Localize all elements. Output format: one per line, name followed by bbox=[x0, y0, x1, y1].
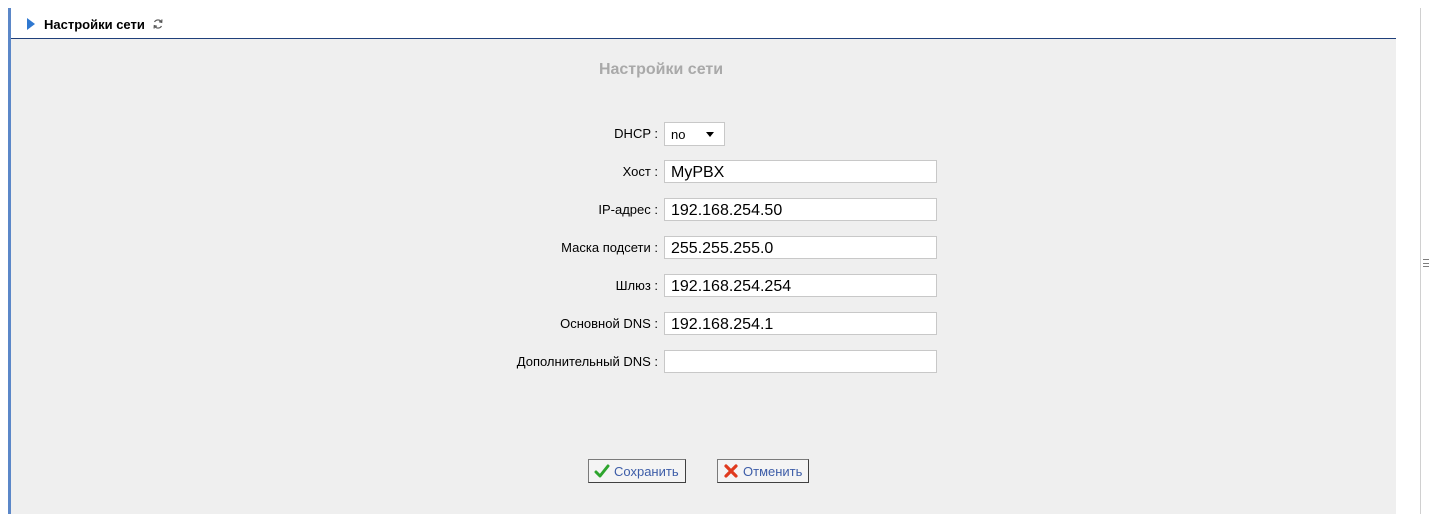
primary-dns-input[interactable] bbox=[664, 312, 937, 335]
network-settings-panel: Настройки сети DHCP : no Хост : IP-адрес… bbox=[11, 39, 1396, 514]
scrollbar-grip-icon[interactable] bbox=[1423, 259, 1429, 267]
secondary-dns-input[interactable] bbox=[664, 350, 937, 373]
host-input[interactable] bbox=[664, 160, 937, 183]
cancel-button[interactable]: Отменить bbox=[717, 459, 810, 483]
dhcp-label: DHCP : bbox=[614, 126, 658, 141]
primary-dns-label: Основной DNS : bbox=[560, 316, 658, 331]
panel-title: Настройки сети bbox=[44, 16, 145, 32]
subnet-mask-label: Маска подсети : bbox=[561, 240, 658, 255]
cancel-button-label: Отменить bbox=[743, 463, 803, 479]
vertical-scrollbar[interactable] bbox=[1420, 8, 1431, 514]
ip-address-label: IP-адрес : bbox=[598, 202, 658, 217]
subnet-mask-input[interactable] bbox=[664, 236, 937, 259]
panel-header: Настройки сети bbox=[11, 10, 1396, 39]
secondary-dns-label: Дополнительный DNS : bbox=[516, 354, 658, 369]
gateway-input[interactable] bbox=[664, 274, 937, 297]
save-button-label: Сохранить bbox=[614, 463, 679, 479]
checkmark-icon bbox=[594, 463, 610, 479]
save-button[interactable]: Сохранить bbox=[588, 459, 686, 483]
form-title: Настройки сети bbox=[598, 61, 724, 78]
dhcp-select-value: no bbox=[671, 126, 686, 142]
ip-address-input[interactable] bbox=[664, 198, 937, 221]
host-label: Хост : bbox=[622, 164, 658, 179]
dhcp-select[interactable]: no bbox=[664, 122, 725, 146]
gateway-label: Шлюз : bbox=[615, 278, 658, 293]
triangle-right-icon[interactable] bbox=[27, 18, 35, 30]
refresh-icon[interactable] bbox=[151, 17, 165, 31]
chevron-down-icon bbox=[706, 132, 714, 137]
x-icon bbox=[723, 463, 739, 479]
